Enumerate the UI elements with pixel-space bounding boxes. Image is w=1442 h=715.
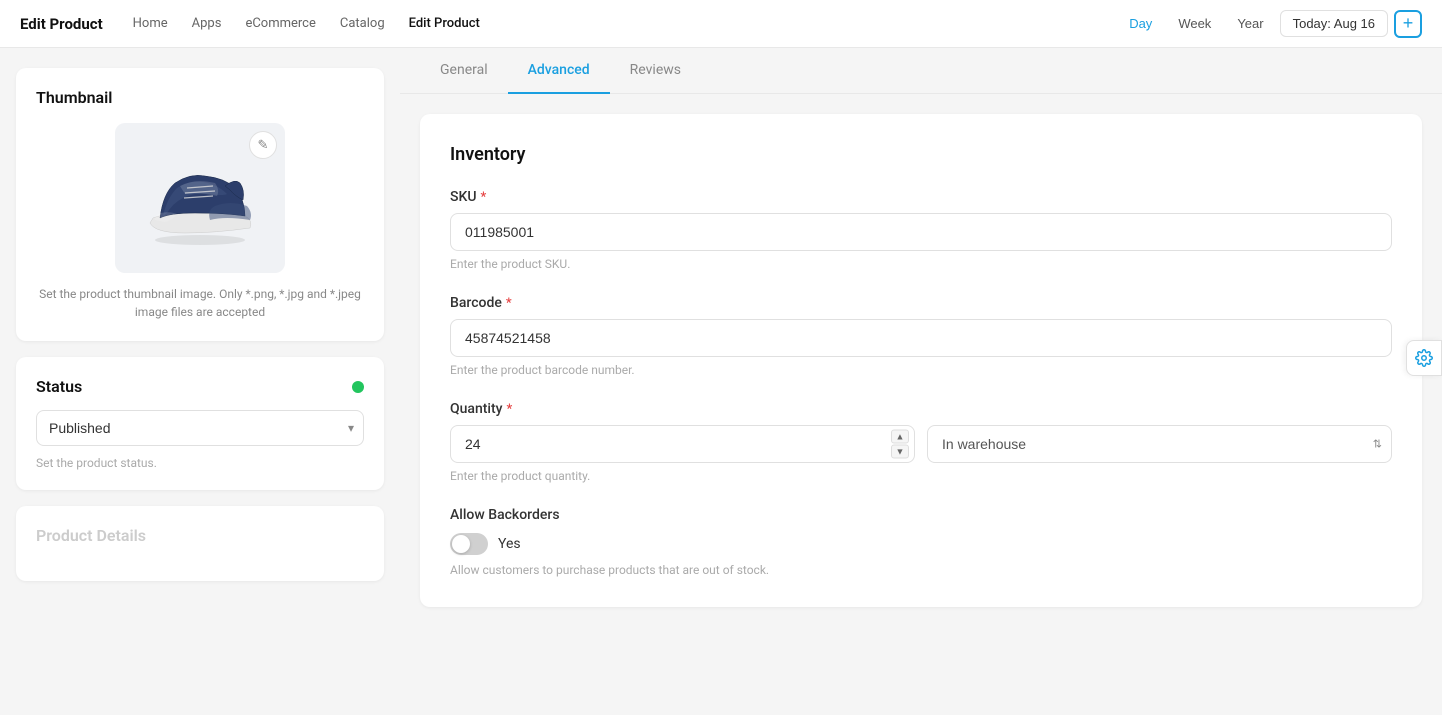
backorders-toggle[interactable]: [450, 533, 488, 555]
thumbnail-title: Thumbnail: [36, 88, 364, 107]
toggle-knob: [452, 535, 470, 553]
warehouse-dropdown[interactable]: In warehouse Out of warehouse: [927, 425, 1392, 463]
main-container: Thumbnail ✎: [0, 48, 1442, 715]
thumbnail-wrapper: ✎: [115, 123, 285, 273]
barcode-field-group: Barcode * Enter the product barcode numb…: [450, 295, 1392, 377]
nav-week-button[interactable]: Week: [1168, 11, 1221, 36]
status-indicator-dot: [352, 381, 364, 393]
right-panel: General Advanced Reviews Inventory SKU *…: [400, 48, 1442, 715]
status-dropdown[interactable]: Published Draft Archived: [36, 410, 364, 446]
quantity-label: Quantity *: [450, 401, 1392, 417]
quantity-row: ▲ ▼ In warehouse Out of warehouse ⇅: [450, 425, 1392, 463]
status-select-wrapper: Published Draft Archived ▾: [36, 410, 364, 446]
tab-advanced[interactable]: Advanced: [508, 48, 610, 94]
inventory-section: Inventory SKU * Enter the product SKU. B…: [420, 114, 1422, 607]
quantity-decrement-button[interactable]: ▼: [891, 445, 909, 459]
backorders-field-group: Allow Backorders Yes Allow customers to …: [450, 507, 1392, 577]
status-title: Status: [36, 377, 82, 396]
thumbnail-edit-button[interactable]: ✎: [249, 131, 277, 159]
sku-label: SKU *: [450, 189, 1392, 205]
sku-required-star: *: [480, 190, 486, 205]
nav-day-button[interactable]: Day: [1119, 11, 1162, 36]
thumbnail-hint: Set the product thumbnail image. Only *.…: [36, 285, 364, 321]
product-details-card-partial: Product Details: [16, 506, 384, 581]
nav-home[interactable]: Home: [123, 10, 178, 37]
product-details-title: Product Details: [36, 526, 364, 545]
thumbnail-card: Thumbnail ✎: [16, 68, 384, 341]
nav-ecommerce[interactable]: eCommerce: [235, 10, 325, 37]
tab-general[interactable]: General: [420, 48, 508, 94]
nav-links: Home Apps eCommerce Catalog Edit Product: [123, 10, 1120, 37]
top-navigation: Edit Product Home Apps eCommerce Catalog…: [0, 0, 1442, 48]
sku-field-group: SKU * Enter the product SKU.: [450, 189, 1392, 271]
inventory-section-title: Inventory: [450, 144, 1392, 165]
nav-right: Day Week Year Today: Aug 16 +: [1119, 10, 1422, 38]
barcode-input[interactable]: [450, 319, 1392, 357]
backorders-toggle-row: Yes: [450, 533, 1392, 555]
quantity-input-wrapper: ▲ ▼: [450, 425, 915, 463]
quantity-input[interactable]: [450, 425, 915, 463]
nav-catalog[interactable]: Catalog: [330, 10, 395, 37]
status-header: Status: [36, 377, 364, 396]
status-card: Status Published Draft Archived ▾ Set th…: [16, 357, 384, 490]
nav-apps[interactable]: Apps: [182, 10, 232, 37]
help-settings-button[interactable]: [1406, 340, 1442, 376]
backorders-label: Allow Backorders: [450, 507, 1392, 523]
nav-edit-product[interactable]: Edit Product: [399, 10, 490, 37]
quantity-required-star: *: [507, 402, 513, 417]
nav-add-button[interactable]: +: [1394, 10, 1422, 38]
status-hint: Set the product status.: [36, 456, 364, 470]
nav-year-button[interactable]: Year: [1227, 11, 1273, 36]
sku-hint: Enter the product SKU.: [450, 257, 1392, 271]
quantity-spinners: ▲ ▼: [891, 430, 909, 459]
gear-icon: [1415, 349, 1433, 367]
product-thumbnail-image: [135, 148, 265, 248]
pencil-icon: ✎: [258, 137, 269, 153]
nav-today-button[interactable]: Today: Aug 16: [1280, 10, 1388, 37]
backorders-toggle-label: Yes: [498, 536, 521, 552]
barcode-required-star: *: [506, 296, 512, 311]
tab-reviews[interactable]: Reviews: [610, 48, 701, 94]
sku-input[interactable]: [450, 213, 1392, 251]
quantity-field-group: Quantity * ▲ ▼ In warehouse Out: [450, 401, 1392, 483]
barcode-label: Barcode *: [450, 295, 1392, 311]
app-brand: Edit Product: [20, 15, 103, 33]
quantity-hint: Enter the product quantity.: [450, 469, 1392, 483]
warehouse-select-wrapper: In warehouse Out of warehouse ⇅: [927, 425, 1392, 463]
quantity-increment-button[interactable]: ▲: [891, 430, 909, 444]
barcode-hint: Enter the product barcode number.: [450, 363, 1392, 377]
backorders-hint: Allow customers to purchase products tha…: [450, 563, 1392, 577]
left-panel: Thumbnail ✎: [0, 48, 400, 715]
tabs-bar: General Advanced Reviews: [400, 48, 1442, 94]
